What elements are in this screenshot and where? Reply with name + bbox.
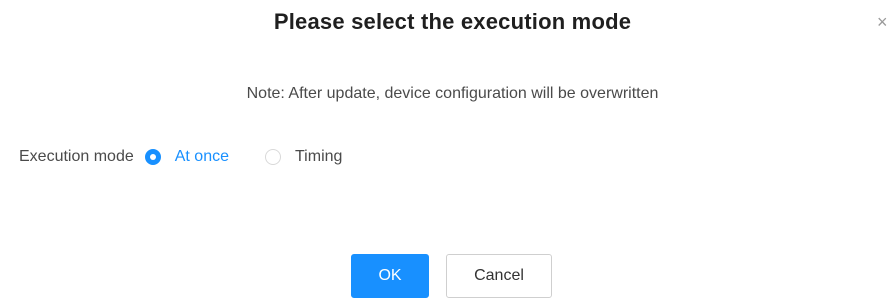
radio-at-once-label: At once [174,148,229,165]
radio-at-once[interactable] [144,149,161,165]
radio-timing-label: Timing [295,148,343,165]
overwrite-note: Note: After update, device configuration… [246,85,659,102]
dialog-title: Please select the execution mode [273,9,632,34]
close-icon[interactable]: × [877,12,890,32]
radio-option-at-once[interactable]: At once [144,148,229,166]
execution-mode-row: Execution mode At once Timing [19,145,342,169]
radio-option-timing[interactable]: Timing [265,148,342,166]
execution-mode-label: Execution mode [19,148,134,165]
radio-timing[interactable] [265,149,281,165]
ok-button[interactable]: OK [351,254,429,298]
execution-mode-dialog: Please select the execution mode × Note:… [0,0,890,298]
cancel-button[interactable]: Cancel [446,254,552,298]
